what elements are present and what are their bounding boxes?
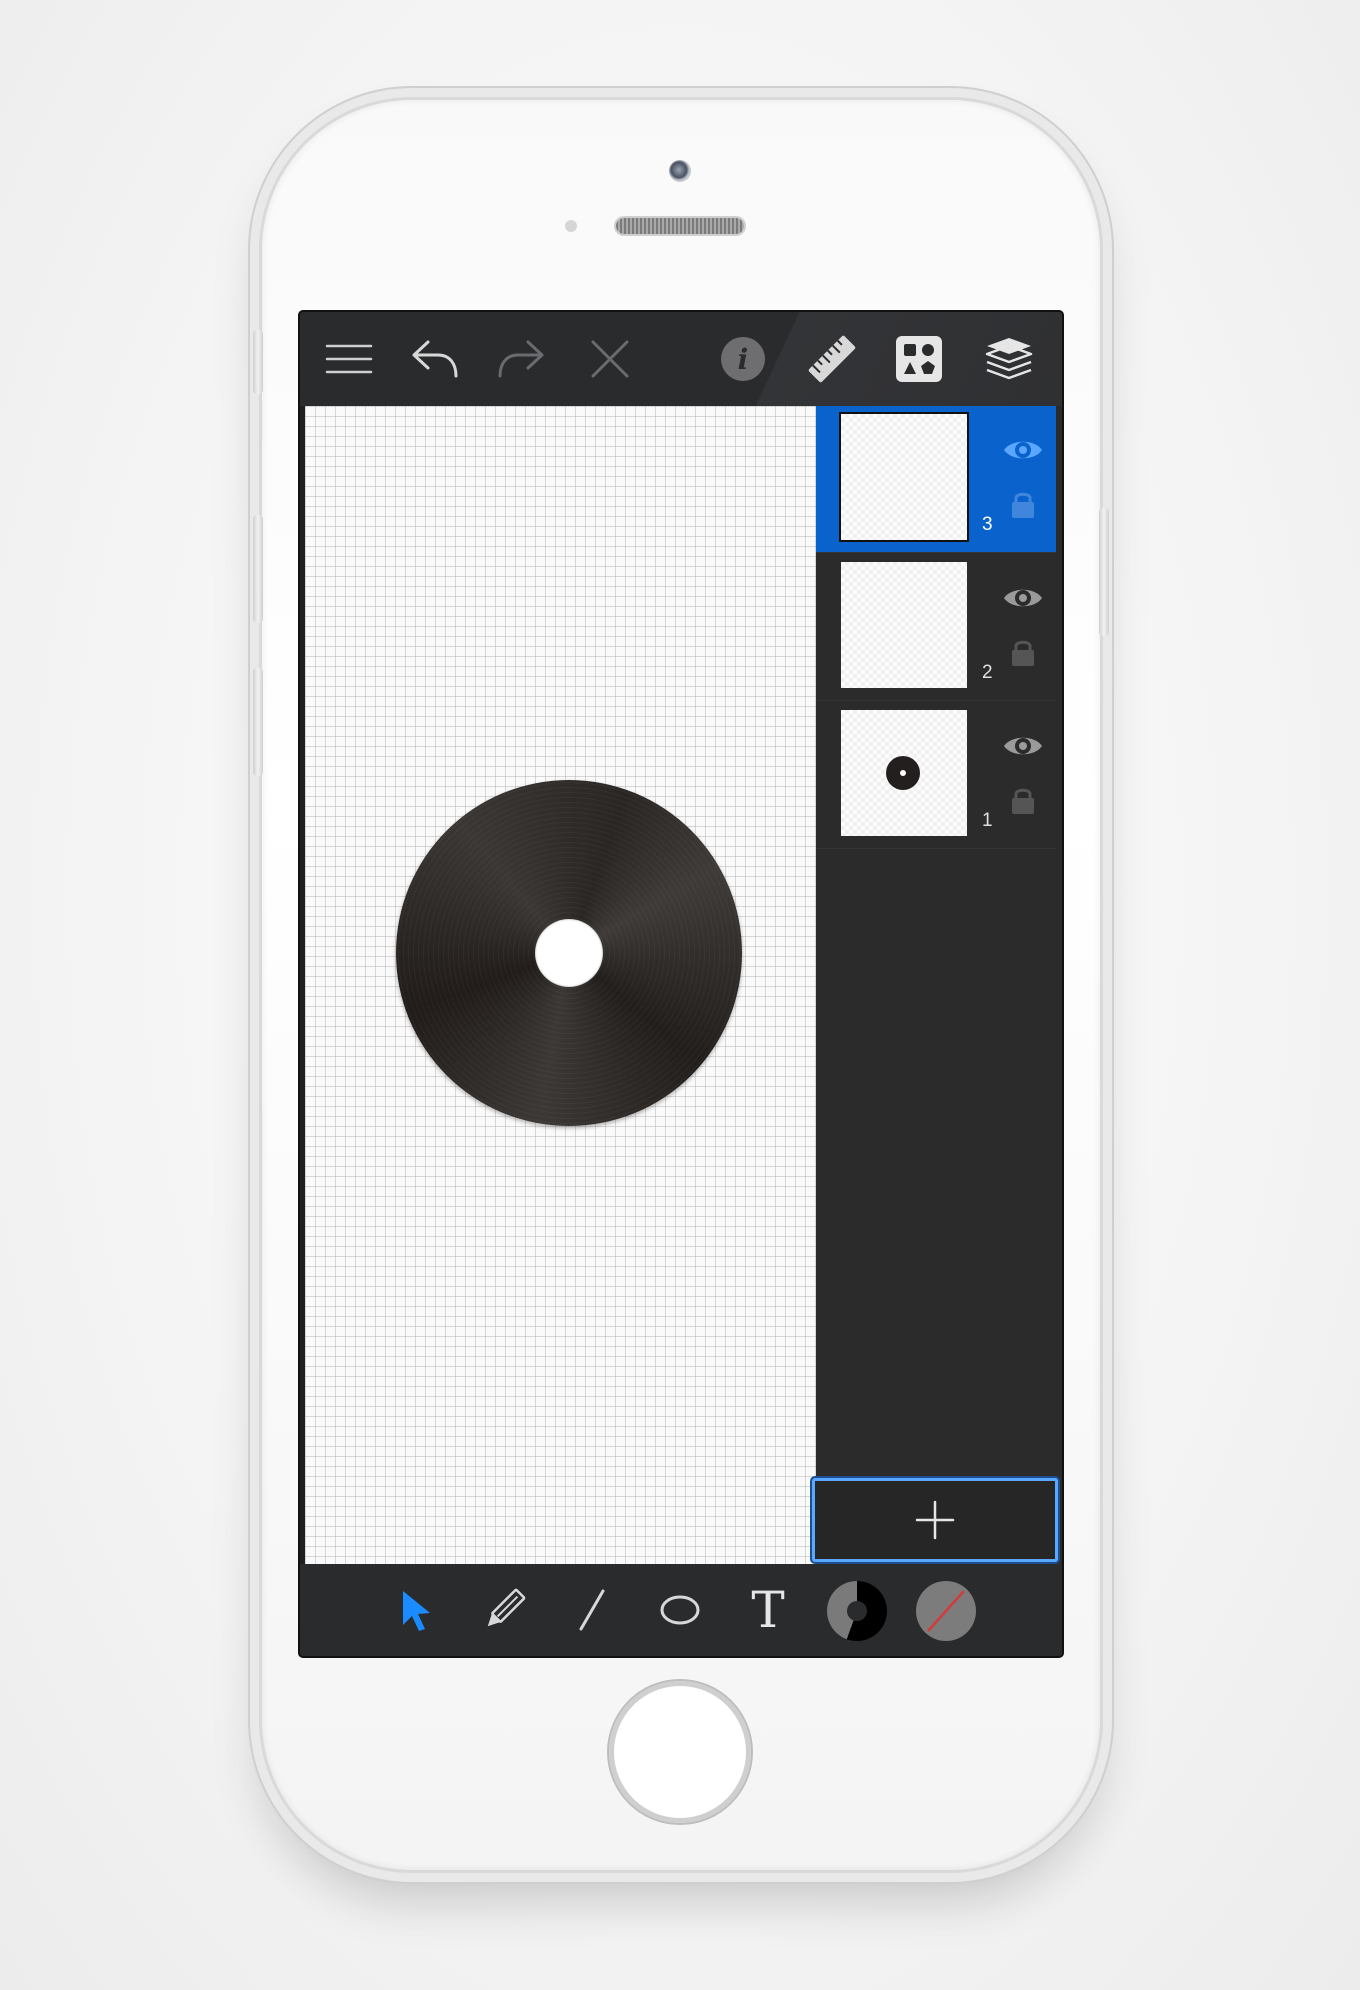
- line-icon[interactable]: [563, 1581, 621, 1639]
- layers-icon[interactable]: [980, 330, 1038, 388]
- text-tool-icon[interactable]: T: [739, 1581, 797, 1639]
- layer-row-2[interactable]: 2: [816, 554, 1056, 701]
- layer-row-3[interactable]: 3: [816, 406, 1056, 553]
- layer-thumbnail[interactable]: [841, 710, 967, 836]
- info-icon[interactable]: i: [714, 330, 772, 388]
- layer-number: 1: [982, 810, 993, 831]
- close-x-icon[interactable]: [581, 330, 639, 388]
- disc-center-hole: [535, 919, 603, 987]
- lock-icon[interactable]: [1009, 784, 1037, 816]
- app-screen: i 3 2 1 T: [300, 312, 1062, 1656]
- lock-icon[interactable]: [1009, 488, 1037, 520]
- select-arrow-icon[interactable]: [388, 1581, 446, 1639]
- text-tool-glyph: T: [751, 1581, 785, 1639]
- eye-icon[interactable]: [1001, 576, 1045, 620]
- add-layer-button[interactable]: [812, 1478, 1058, 1562]
- redo-arrow-icon[interactable]: [492, 330, 550, 388]
- volume-down-button: [253, 668, 263, 776]
- shapes-library-icon[interactable]: [890, 330, 948, 388]
- layer-thumbnail[interactable]: [841, 414, 967, 540]
- no-fill-slash-icon: [927, 1590, 965, 1632]
- info-glyph: i: [738, 343, 749, 376]
- stroke-color-swatch[interactable]: [827, 1581, 887, 1641]
- undo-arrow-icon[interactable]: [406, 330, 464, 388]
- volume-up-button: [253, 515, 263, 623]
- proximity-sensor: [565, 220, 577, 232]
- hamburger-menu-icon[interactable]: [320, 330, 378, 388]
- bottom-toolbar: T: [300, 1564, 1062, 1656]
- eye-icon[interactable]: [1001, 428, 1045, 472]
- mute-switch: [253, 330, 263, 394]
- layers-panel: 3 2 1: [816, 406, 1062, 1564]
- pencil-icon[interactable]: [475, 1581, 533, 1639]
- thumbnail-disc: [886, 756, 920, 790]
- plus-icon: [915, 1500, 955, 1540]
- layer-thumbnail[interactable]: [841, 562, 967, 688]
- drawing-canvas[interactable]: [305, 406, 816, 1564]
- eye-icon[interactable]: [1001, 724, 1045, 768]
- earpiece-speaker: [616, 218, 744, 234]
- ellipse-icon[interactable]: [651, 1581, 709, 1639]
- lock-icon[interactable]: [1009, 636, 1037, 668]
- ruler-icon[interactable]: [803, 330, 861, 388]
- front-camera: [669, 160, 691, 182]
- layer-number: 2: [982, 662, 993, 683]
- layer-row-1[interactable]: 1: [816, 702, 1056, 849]
- top-toolbar: i: [300, 312, 1062, 406]
- fill-color-swatch[interactable]: [916, 1581, 976, 1641]
- home-button[interactable]: [609, 1681, 751, 1823]
- power-button: [1099, 508, 1109, 636]
- layer-number: 3: [982, 514, 993, 535]
- vinyl-disc-shape[interactable]: [396, 780, 742, 1126]
